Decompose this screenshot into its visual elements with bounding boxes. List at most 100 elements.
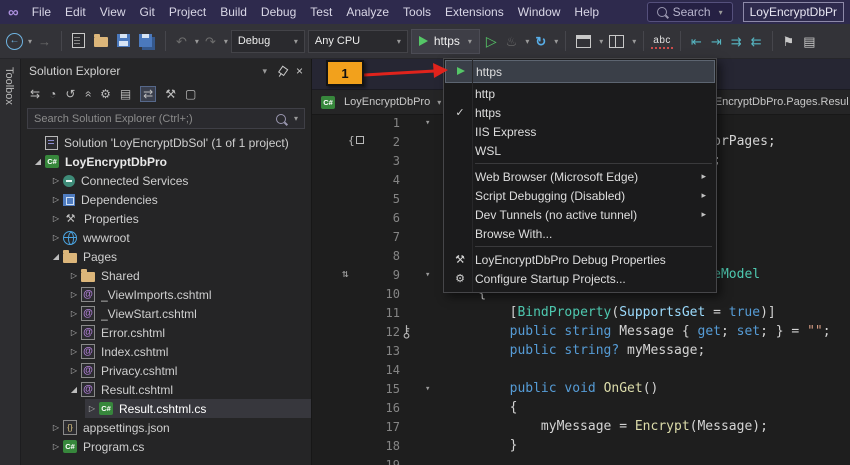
tree-item-properties[interactable]: ▷⚒Properties — [21, 209, 311, 228]
line-number[interactable]: 15 — [312, 382, 400, 396]
expander-closed-icon[interactable]: ▷ — [67, 328, 81, 337]
menu-build[interactable]: Build — [213, 2, 254, 22]
menu-test[interactable]: Test — [303, 2, 339, 22]
run-menu-item-loyencryptdbpro-debug-properties[interactable]: ⚒LoyEncryptDbPro Debug Properties — [445, 250, 715, 269]
open-file-icon[interactable] — [91, 32, 111, 51]
navbar-project-dropdown[interactable]: C# LoyEncryptDbPro ▾ — [312, 90, 450, 114]
expander-open-icon[interactable]: ◢ — [49, 252, 63, 261]
solution-platforms-dropdown[interactable]: Any CPU▾ — [308, 30, 408, 53]
expander-open-icon[interactable]: ◢ — [31, 157, 45, 166]
run-menu-item-web-browser-microsoft-edge[interactable]: Web Browser (Microsoft Edge)▸ — [445, 167, 715, 186]
run-menu-item-configure-startup-projects[interactable]: ⚙Configure Startup Projects... — [445, 269, 715, 288]
tree-item-shared[interactable]: ▷Shared — [21, 266, 311, 285]
close-icon[interactable]: × — [296, 64, 303, 78]
navigate-forward-icon[interactable]: → — [35, 33, 54, 50]
tree-item-index-cshtml[interactable]: ▷@Index.cshtml — [21, 342, 311, 361]
expander-open-icon[interactable]: ◢ — [67, 385, 81, 394]
expander-closed-icon[interactable]: ▷ — [67, 347, 81, 356]
menu-extensions[interactable]: Extensions — [438, 2, 511, 22]
split-view-icon[interactable] — [606, 31, 627, 52]
expander-closed-icon[interactable]: ▷ — [85, 404, 99, 413]
tree-item-program-cs[interactable]: ▷C#Program.cs — [21, 437, 311, 456]
tree-item-wwwroot[interactable]: ▷wwwroot — [21, 228, 311, 247]
menu-help[interactable]: Help — [567, 2, 606, 22]
tree-item-pages[interactable]: ◢Pages — [21, 247, 311, 266]
start-debugging-button[interactable]: https ▾ — [411, 29, 480, 54]
run-menu-item-browse-with[interactable]: Browse With... — [445, 224, 715, 243]
tree-item-privacy-cshtml[interactable]: ▷@Privacy.cshtml — [21, 361, 311, 380]
menu-git[interactable]: Git — [133, 2, 162, 22]
tree-item-error-cshtml[interactable]: ▷@Error.cshtml — [21, 323, 311, 342]
run-menu-item-dev-tunnels-no-active-tunnel[interactable]: Dev Tunnels (no active tunnel)▸ — [445, 205, 715, 224]
start-without-debugging-icon[interactable]: ▷ — [483, 32, 500, 50]
search-box[interactable]: Search ▾ — [647, 2, 733, 22]
run-menu-item-https[interactable]: ✓https — [445, 103, 715, 122]
hot-reload-icon[interactable]: ♨ — [503, 33, 521, 50]
collapse-all-icon[interactable]: » — [81, 91, 95, 98]
line-number[interactable]: 11 — [312, 306, 400, 320]
new-project-icon[interactable] — [69, 31, 88, 52]
start-target-chevron-icon[interactable]: ▾ — [468, 37, 472, 46]
expander-closed-icon[interactable]: ▷ — [67, 366, 81, 375]
line-number[interactable]: 4 — [312, 173, 400, 187]
uncomment-lines-icon[interactable]: ⇇ — [748, 33, 765, 50]
wrench-icon[interactable]: ⚒ — [165, 87, 176, 101]
redo-icon[interactable]: ↷ — [202, 33, 219, 50]
refresh-icon[interactable]: ↺ — [65, 87, 75, 101]
save-all-icon[interactable] — [136, 32, 158, 51]
line-number[interactable]: 12 — [312, 325, 400, 339]
tree-item-loyencryptdbpro[interactable]: ◢C#LoyEncryptDbPro — [21, 152, 311, 171]
window-layout-chevron-icon[interactable]: ▾ — [599, 37, 603, 46]
expander-closed-icon[interactable]: ▷ — [67, 290, 81, 299]
tree-item-result-cshtml[interactable]: ◢@Result.cshtml — [21, 380, 311, 399]
expander-closed-icon[interactable]: ▷ — [49, 195, 63, 204]
line-number[interactable]: 13 — [312, 344, 400, 358]
solution-search-input[interactable]: Search Solution Explorer (Ctrl+;) ▾ — [27, 108, 305, 129]
expander-closed-icon[interactable]: ▷ — [49, 423, 63, 432]
tree-item-solution-loyencryptdbsol-1-of-1-project[interactable]: Solution 'LoyEncryptDbSol' (1 of 1 proje… — [21, 133, 311, 152]
tree-item-viewstart-cshtml[interactable]: ▷@_ViewStart.cshtml — [21, 304, 311, 323]
line-number[interactable]: 17 — [312, 420, 400, 434]
pending-changes-filter-icon[interactable]: ◔ — [49, 87, 56, 101]
indent-increase-icon[interactable]: ⇥ — [708, 33, 725, 50]
tree-item-result-cshtml-cs[interactable]: ▷C#Result.cshtml.cs — [21, 399, 311, 418]
line-number[interactable]: 14 — [312, 363, 400, 377]
fold-chevron-icon[interactable]: ▾ — [400, 270, 447, 280]
line-number[interactable]: 8 — [312, 249, 400, 263]
solution-configurations-dropdown[interactable]: Debug▾ — [231, 30, 305, 53]
line-number[interactable]: 5 — [312, 192, 400, 206]
comment-lines-icon[interactable]: ⇉ — [728, 33, 745, 50]
expander-closed-icon[interactable]: ▷ — [67, 271, 81, 280]
menu-file[interactable]: File — [25, 2, 58, 22]
save-icon[interactable] — [114, 32, 133, 51]
undo-icon[interactable]: ↶ — [173, 33, 190, 50]
tree-item-viewimports-cshtml[interactable]: ▷@_ViewImports.cshtml — [21, 285, 311, 304]
menu-view[interactable]: View — [93, 2, 133, 22]
run-menu-item-https-hover[interactable]: https — [445, 60, 715, 83]
run-menu-item-wsl[interactable]: WSL — [445, 141, 715, 160]
navbar-type-dropdown[interactable]: LoyEncryptDbPro.Pages.Resul — [697, 90, 849, 114]
line-number[interactable]: 3 — [312, 154, 400, 168]
menu-edit[interactable]: Edit — [58, 2, 93, 22]
bookmark-icon[interactable]: ⚑ — [780, 33, 798, 50]
line-number[interactable]: 6 — [312, 211, 400, 225]
line-number[interactable]: 19 — [312, 458, 400, 465]
window-layout-icon[interactable] — [573, 31, 594, 52]
preview-icon[interactable]: ▢ — [185, 87, 196, 101]
spell-check-icon[interactable]: abc — [651, 34, 673, 49]
expander-closed-icon[interactable]: ▷ — [49, 176, 63, 185]
menu-analyze[interactable]: Analyze — [339, 2, 396, 22]
run-menu-item-script-debugging-disabled[interactable]: Script Debugging (Disabled)▸ — [445, 186, 715, 205]
tree-item-appsettings-json[interactable]: ▷{}appsettings.json — [21, 418, 311, 437]
expander-closed-icon[interactable]: ▷ — [67, 309, 81, 318]
menu-window[interactable]: Window — [511, 2, 568, 22]
pin-icon[interactable] — [275, 64, 289, 78]
task-list-icon[interactable]: ▤ — [800, 33, 818, 50]
line-number[interactable]: 16 — [312, 401, 400, 415]
navigate-back-icon[interactable]: ← — [6, 33, 23, 50]
fold-chevron-icon[interactable]: ▾ — [400, 118, 447, 128]
fold-chevron-icon[interactable]: ▾ — [400, 384, 447, 394]
line-number[interactable]: 10 — [312, 287, 400, 301]
menu-tools[interactable]: Tools — [396, 2, 438, 22]
expander-closed-icon[interactable]: ▷ — [49, 214, 63, 223]
